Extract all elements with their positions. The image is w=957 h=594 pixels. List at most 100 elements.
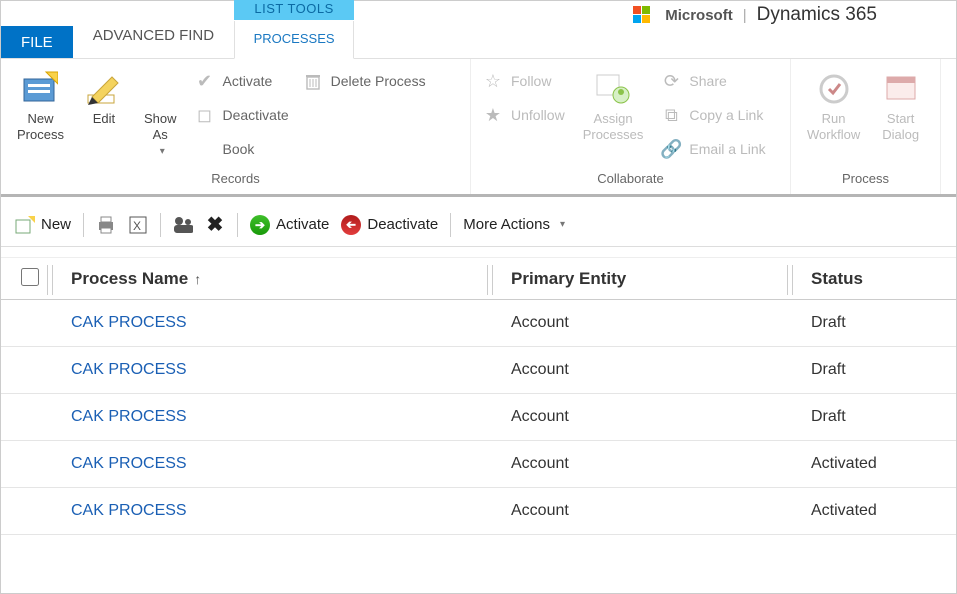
brand-divider: | (743, 7, 747, 24)
new-process-icon (22, 71, 58, 107)
microsoft-logo-icon (633, 6, 651, 24)
toolbar-print-button[interactable] (96, 215, 116, 235)
cell-process-name: CAK PROCESS (59, 502, 499, 520)
cell-primary-entity: Account (499, 455, 799, 473)
table-row[interactable]: CAK PROCESS AccountActivated (1, 441, 956, 488)
cell-primary-entity: Account (499, 408, 799, 426)
edit-button[interactable]: Edit (80, 67, 128, 131)
tab-file[interactable]: FILE (1, 26, 73, 58)
export-icon: X (128, 215, 148, 235)
toolbar-deactivate-button[interactable]: ➔ Deactivate (341, 215, 438, 235)
assign-processes-label: Assign Processes (583, 111, 644, 142)
table-row[interactable]: CAK PROCESSAccountDraft (1, 300, 956, 347)
share-button[interactable]: ⟳ Share (659, 67, 767, 95)
follow-button[interactable]: ☆ Follow (481, 67, 567, 95)
new-icon (15, 215, 35, 235)
assign-processes-button[interactable]: Assign Processes (577, 67, 650, 146)
activate-circle-icon: ➔ (250, 215, 270, 235)
tab-processes[interactable]: PROCESSES (234, 21, 354, 59)
column-header-name[interactable]: Process Name ↑ (59, 269, 499, 289)
process-link[interactable]: CAK PROCESS (71, 455, 187, 472)
cell-status: Activated (799, 455, 942, 473)
toolbar-delete-button[interactable]: ✖ (205, 215, 225, 235)
workflow-icon (816, 71, 852, 107)
cell-primary-entity: Account (499, 314, 799, 332)
table-row[interactable]: CAK PROCESS AccountDraft (1, 394, 956, 441)
start-dialog-label: Start Dialog (882, 111, 919, 142)
process-link[interactable]: CAK PROCESS (71, 361, 187, 378)
toolbar-separator (450, 213, 451, 237)
deactivate-icon: ◻ (195, 105, 215, 125)
cell-process-name: CAK PROCESS (59, 314, 499, 332)
copy-link-button[interactable]: ⧉ Copy a Link (659, 101, 767, 129)
process-link[interactable]: CAK PROCESS (71, 314, 187, 331)
grid-toolbar: New X ✖ ➔ Activate ➔ Deactivate More Act… (1, 203, 956, 247)
toolbar-activate-label: Activate (276, 216, 329, 233)
book-icon (195, 139, 215, 159)
edit-label: Edit (93, 111, 115, 127)
tab-advanced-find[interactable]: ADVANCED FIND (73, 0, 234, 58)
link-icon: 🔗 (661, 139, 681, 159)
email-link-button[interactable]: 🔗 Email a Link (659, 135, 767, 163)
ribbon-group-records: New Process Edit Show As ▾ ✔ Activate ◻ (1, 59, 471, 194)
toolbar-new-label: New (41, 216, 71, 233)
print-icon (96, 215, 116, 235)
check-icon: ✔ (195, 71, 215, 91)
cell-status: Draft (799, 408, 942, 426)
run-workflow-button[interactable]: Run Workflow (801, 67, 866, 146)
unfollow-button[interactable]: ★ Unfollow (481, 101, 567, 129)
star-solid-icon: ★ (483, 105, 503, 125)
deactivate-label: Deactivate (223, 107, 289, 123)
chevron-down-icon: ▾ (160, 146, 165, 158)
new-process-button[interactable]: New Process (11, 67, 70, 146)
copy-link-label: Copy a Link (689, 107, 763, 123)
ribbon-group-collaborate: ☆ Follow ★ Unfollow Assign Processes ⟳ S… (471, 59, 791, 194)
unfollow-label: Unfollow (511, 107, 565, 123)
copy-icon: ⧉ (661, 105, 681, 125)
process-link[interactable]: CAK PROCESS (71, 408, 187, 425)
process-link[interactable]: CAK PROCESS (71, 502, 187, 519)
cell-process-name: CAK PROCESS (59, 361, 499, 379)
activate-label: Activate (223, 73, 273, 89)
toolbar-more-actions-button[interactable]: More Actions ▾ (463, 216, 565, 233)
product-name: Dynamics 365 (757, 4, 877, 26)
grid-header: Process Name ↑ Primary Entity Status (1, 257, 956, 300)
toolbar-separator (237, 213, 238, 237)
book-button[interactable]: Book (193, 135, 291, 163)
email-link-label: Email a Link (689, 141, 765, 157)
toolbar-more-actions-label: More Actions (463, 216, 550, 233)
branding: Microsoft | Dynamics 365 (633, 4, 877, 26)
cell-status: Draft (799, 361, 942, 379)
delete-icon: ✖ (205, 215, 225, 235)
toolbar-assign-button[interactable] (173, 215, 193, 235)
ribbon-group-process: Run Workflow Start Dialog Process (791, 59, 941, 194)
delete-process-button[interactable]: Delete Process (301, 67, 428, 95)
microsoft-text: Microsoft (665, 7, 733, 24)
new-process-label: New Process (17, 111, 64, 142)
contextual-tab-group: LIST TOOLS PROCESSES (234, 0, 354, 58)
table-row[interactable]: CAK PROCESSAccountDraft (1, 347, 956, 394)
deactivate-button[interactable]: ◻ Deactivate (193, 101, 291, 129)
column-header-status[interactable]: Status (799, 269, 942, 289)
activate-button[interactable]: ✔ Activate (193, 67, 291, 95)
table-row[interactable]: CAK PROCESS AccountActivated (1, 488, 956, 535)
ribbon-group-records-label: Records (11, 171, 460, 190)
delete-process-label: Delete Process (331, 73, 426, 89)
start-dialog-button[interactable]: Start Dialog (876, 67, 925, 146)
cell-primary-entity: Account (499, 502, 799, 520)
cell-process-name: CAK PROCESS (59, 408, 499, 426)
column-header-entity[interactable]: Primary Entity (499, 269, 799, 289)
svg-text:X: X (133, 219, 141, 233)
column-header-name-label: Process Name (71, 269, 188, 289)
column-header-status-label: Status (811, 269, 863, 289)
star-icon: ☆ (483, 71, 503, 91)
toolbar-separator (83, 213, 84, 237)
deactivate-circle-icon: ➔ (341, 215, 361, 235)
ribbon: New Process Edit Show As ▾ ✔ Activate ◻ (1, 59, 956, 197)
cell-status: Activated (799, 502, 942, 520)
book-label: Book (223, 141, 255, 157)
toolbar-activate-button[interactable]: ➔ Activate (250, 215, 329, 235)
toolbar-new-button[interactable]: New (15, 215, 71, 235)
show-as-button[interactable]: Show As ▾ (138, 67, 183, 162)
toolbar-export-button[interactable]: X (128, 215, 148, 235)
